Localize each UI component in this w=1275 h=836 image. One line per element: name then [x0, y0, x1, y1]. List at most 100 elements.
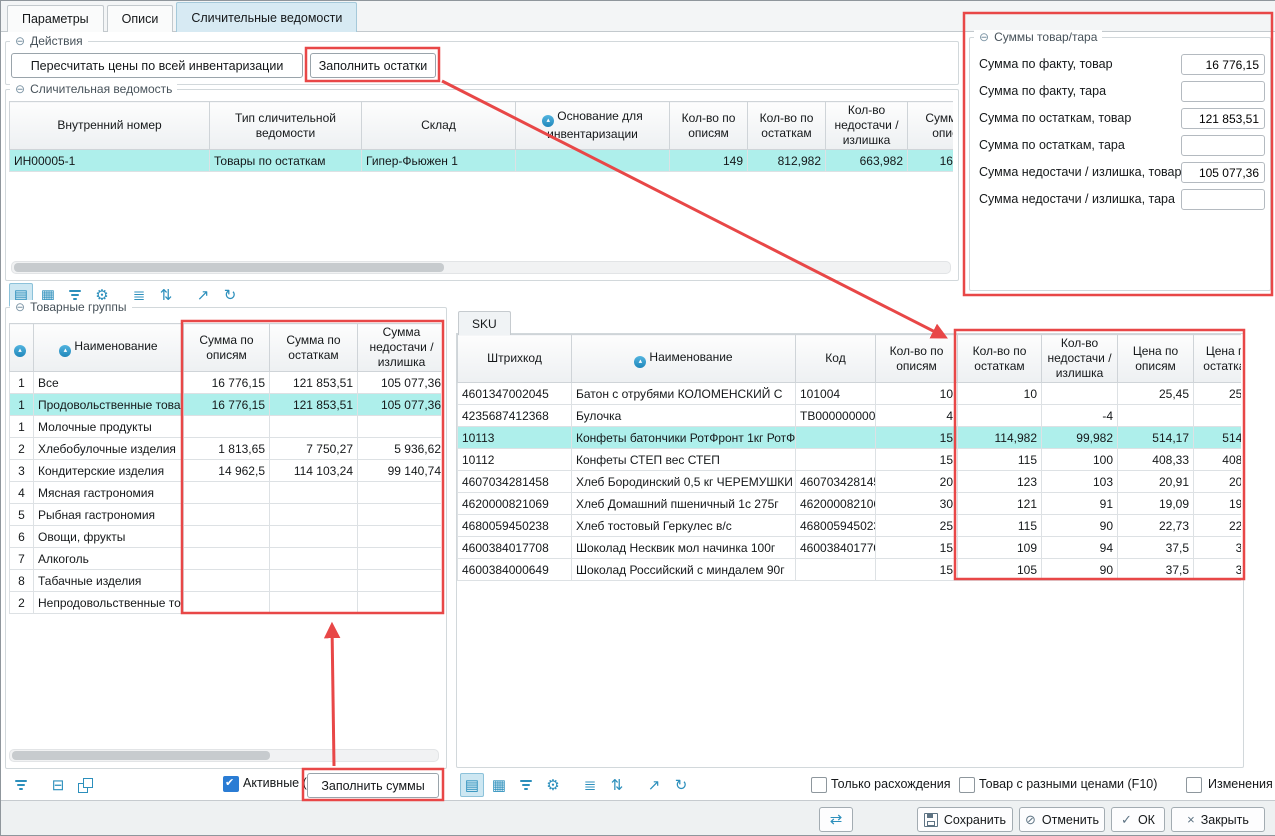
tab-sku[interactable]: SKU: [458, 311, 511, 335]
cascade-boxes: [78, 778, 93, 793]
group-row[interactable]: 2Хлебобулочные изделия1 813,657 750,275 …: [10, 438, 442, 460]
col-code[interactable]: Код: [796, 335, 876, 383]
col-group-sum-inventory[interactable]: Сумма по описям: [184, 324, 270, 372]
groups-horizontal-scrollbar[interactable]: [9, 749, 439, 762]
view-grid-icon[interactable]: ▦: [487, 773, 511, 797]
col-sku-qty-shortage[interactable]: Кол-во недостачи / излишка: [1042, 335, 1118, 383]
sku-row[interactable]: 4607034281458Хлеб Бородинский 0,5 кг ЧЕР…: [458, 471, 1242, 493]
statement-table-viewport: Внутренний номер Тип сличительной ведомо…: [9, 101, 953, 249]
filter-icon[interactable]: [9, 773, 33, 797]
sort-asc-icon: ▴: [542, 115, 554, 127]
refresh-icon[interactable]: ↻: [218, 283, 242, 307]
group-row[interactable]: 5Рыбная гастрономия: [10, 504, 442, 526]
ok-button[interactable]: ✓ ОК: [1111, 807, 1165, 832]
fill-remainders-button[interactable]: Заполнить остатки: [310, 53, 436, 78]
diff-prices-checkbox[interactable]: [959, 777, 975, 793]
group-row[interactable]: 6Овощи, фрукты: [10, 526, 442, 548]
sku-row[interactable]: 4235687412368БулочкаТВ0000000004-4: [458, 405, 1242, 427]
col-group-number[interactable]: ▴: [10, 324, 34, 372]
totals-group-title: Суммы товар/тара: [994, 30, 1097, 45]
footer-bar: ⇄ Сохранить ⊘ Отменить ✓ ОК × Закрыть: [1, 800, 1275, 835]
col-internal-number[interactable]: Внутренний номер: [10, 102, 210, 150]
export-icon[interactable]: ↗: [191, 283, 215, 307]
sku-row[interactable]: 10112Конфеты СТЕП вес СТЕП15115100408,33…: [458, 449, 1242, 471]
gear-icon[interactable]: ⚙: [541, 773, 565, 797]
collapse-rows-icon[interactable]: ⊟: [46, 773, 70, 797]
total-fact-goods-input[interactable]: [1181, 54, 1265, 75]
tab-bar: Параметры Описи Сличительные ведомости: [1, 1, 1275, 32]
total-stock-tare-input[interactable]: [1181, 135, 1265, 156]
fill-sums-button[interactable]: Заполнить суммы: [307, 773, 439, 798]
sort-list-icon[interactable]: ⇅: [154, 283, 178, 307]
scrollbar-thumb[interactable]: [12, 751, 270, 760]
changes-label: Изменения: [1208, 776, 1273, 792]
collapse-group-icon[interactable]: ⊖: [15, 82, 25, 97]
group-row[interactable]: 1Все16 776,15121 853,51105 077,36: [10, 372, 442, 394]
group-row[interactable]: 1Продовольственные товары16 776,15121 85…: [10, 394, 442, 416]
sort-asc-icon: ▴: [59, 345, 71, 357]
sku-row[interactable]: 10113Конфеты батончики РотФронт 1кг РотФ…: [458, 427, 1242, 449]
recalc-prices-button[interactable]: Пересчитать цены по всей инвентаризации: [11, 53, 303, 78]
collapse-group-icon[interactable]: ⊖: [15, 300, 25, 315]
col-qty-shortage[interactable]: Кол-во недостачи / излишка: [826, 102, 908, 150]
col-statement-type[interactable]: Тип сличительной ведомости: [210, 102, 362, 150]
tab-comparison-statements[interactable]: Сличительные ведомости: [176, 2, 357, 32]
col-sku-price-inventory[interactable]: Цена по описям: [1118, 335, 1194, 383]
collapse-group-icon[interactable]: ⊖: [15, 34, 25, 49]
col-qty-inventory[interactable]: Кол-во по описям: [670, 102, 748, 150]
sync-icon: ⇄: [830, 813, 843, 826]
collapse-group-icon[interactable]: ⊖: [979, 30, 989, 45]
col-barcode[interactable]: Штрихкод: [458, 335, 572, 383]
save-button[interactable]: Сохранить: [917, 807, 1013, 832]
diff-prices-label: Товар с разными ценами (F10): [979, 776, 1157, 792]
cascade-windows-icon[interactable]: [73, 773, 97, 797]
total-fact-tare-input[interactable]: [1181, 81, 1265, 102]
refresh-icon[interactable]: ↻: [669, 773, 693, 797]
col-group-sum-stock[interactable]: Сумма по остаткам: [270, 324, 358, 372]
scrollbar-thumb[interactable]: [14, 263, 444, 272]
refresh-button[interactable]: ⇄: [819, 807, 853, 832]
total-shortage-tare-input[interactable]: [1181, 189, 1265, 210]
group-row[interactable]: 8Табачные изделия: [10, 570, 442, 592]
sku-row[interactable]: 4601347002045Батон с отрубями КОЛОМЕНСКИ…: [458, 383, 1242, 405]
col-warehouse[interactable]: Склад: [362, 102, 516, 150]
sku-row[interactable]: 4680059450238Хлеб тостовый Геркулес в/с4…: [458, 515, 1242, 537]
statement-horizontal-scrollbar[interactable]: [11, 261, 951, 274]
col-group-sum-shortage[interactable]: Сумма недостачи / излишка: [358, 324, 442, 372]
active-f5-checkbox[interactable]: [223, 776, 239, 792]
tab-parameters[interactable]: Параметры: [7, 5, 104, 32]
col-sum-inventory[interactable]: Сумма по описям: [908, 102, 954, 150]
group-row[interactable]: 1Молочные продукты: [10, 416, 442, 438]
sku-row[interactable]: 4620000821069Хлеб Домашний пшеничный 1с …: [458, 493, 1242, 515]
tab-inventories[interactable]: Описи: [107, 5, 174, 32]
numbered-list-icon[interactable]: ≣: [578, 773, 602, 797]
sort-list-icon[interactable]: ⇅: [605, 773, 629, 797]
col-group-name[interactable]: ▴Наименование: [34, 324, 184, 372]
col-sku-name[interactable]: ▴Наименование: [572, 335, 796, 383]
only-discrepancies-label: Только расхождения: [831, 776, 951, 792]
col-qty-stock[interactable]: Кол-во по остаткам: [748, 102, 826, 150]
product-groups-title: Товарные группы: [30, 300, 126, 315]
changes-checkbox[interactable]: [1186, 777, 1202, 793]
filter-icon[interactable]: [514, 773, 538, 797]
close-button[interactable]: × Закрыть: [1171, 807, 1265, 832]
group-row[interactable]: 7Алкоголь: [10, 548, 442, 570]
only-discrepancies-checkbox[interactable]: [811, 777, 827, 793]
total-shortage-tare-label: Сумма недостачи / излишка, тара: [979, 189, 1175, 210]
col-sku-qty-inventory[interactable]: Кол-во по описям: [876, 335, 958, 383]
statement-row[interactable]: ИН00005-1 Товары по остаткам Гипер-Фьюже…: [10, 150, 954, 172]
col-basis[interactable]: ▴Основание для инвентаризации: [516, 102, 670, 150]
sku-row[interactable]: 4600384017708Шоколад Несквик мол начинка…: [458, 537, 1242, 559]
sku-row[interactable]: 4600384000649Шоколад Российский с миндал…: [458, 559, 1242, 581]
group-row[interactable]: 4Мясная гастрономия: [10, 482, 442, 504]
cancel-button[interactable]: ⊘ Отменить: [1019, 807, 1105, 832]
export-icon[interactable]: ↗: [642, 773, 666, 797]
group-row[interactable]: 3Кондитерские изделия14 962,5114 103,249…: [10, 460, 442, 482]
group-row[interactable]: 2Непродовольственные товары: [10, 592, 442, 614]
actions-group-title: Действия: [30, 34, 83, 49]
view-details-icon[interactable]: ▤: [460, 773, 484, 797]
total-stock-goods-input[interactable]: [1181, 108, 1265, 129]
col-sku-price-stock[interactable]: Цена по остаткам: [1194, 335, 1242, 383]
total-shortage-goods-input[interactable]: [1181, 162, 1265, 183]
col-sku-qty-stock[interactable]: Кол-во по остаткам: [958, 335, 1042, 383]
